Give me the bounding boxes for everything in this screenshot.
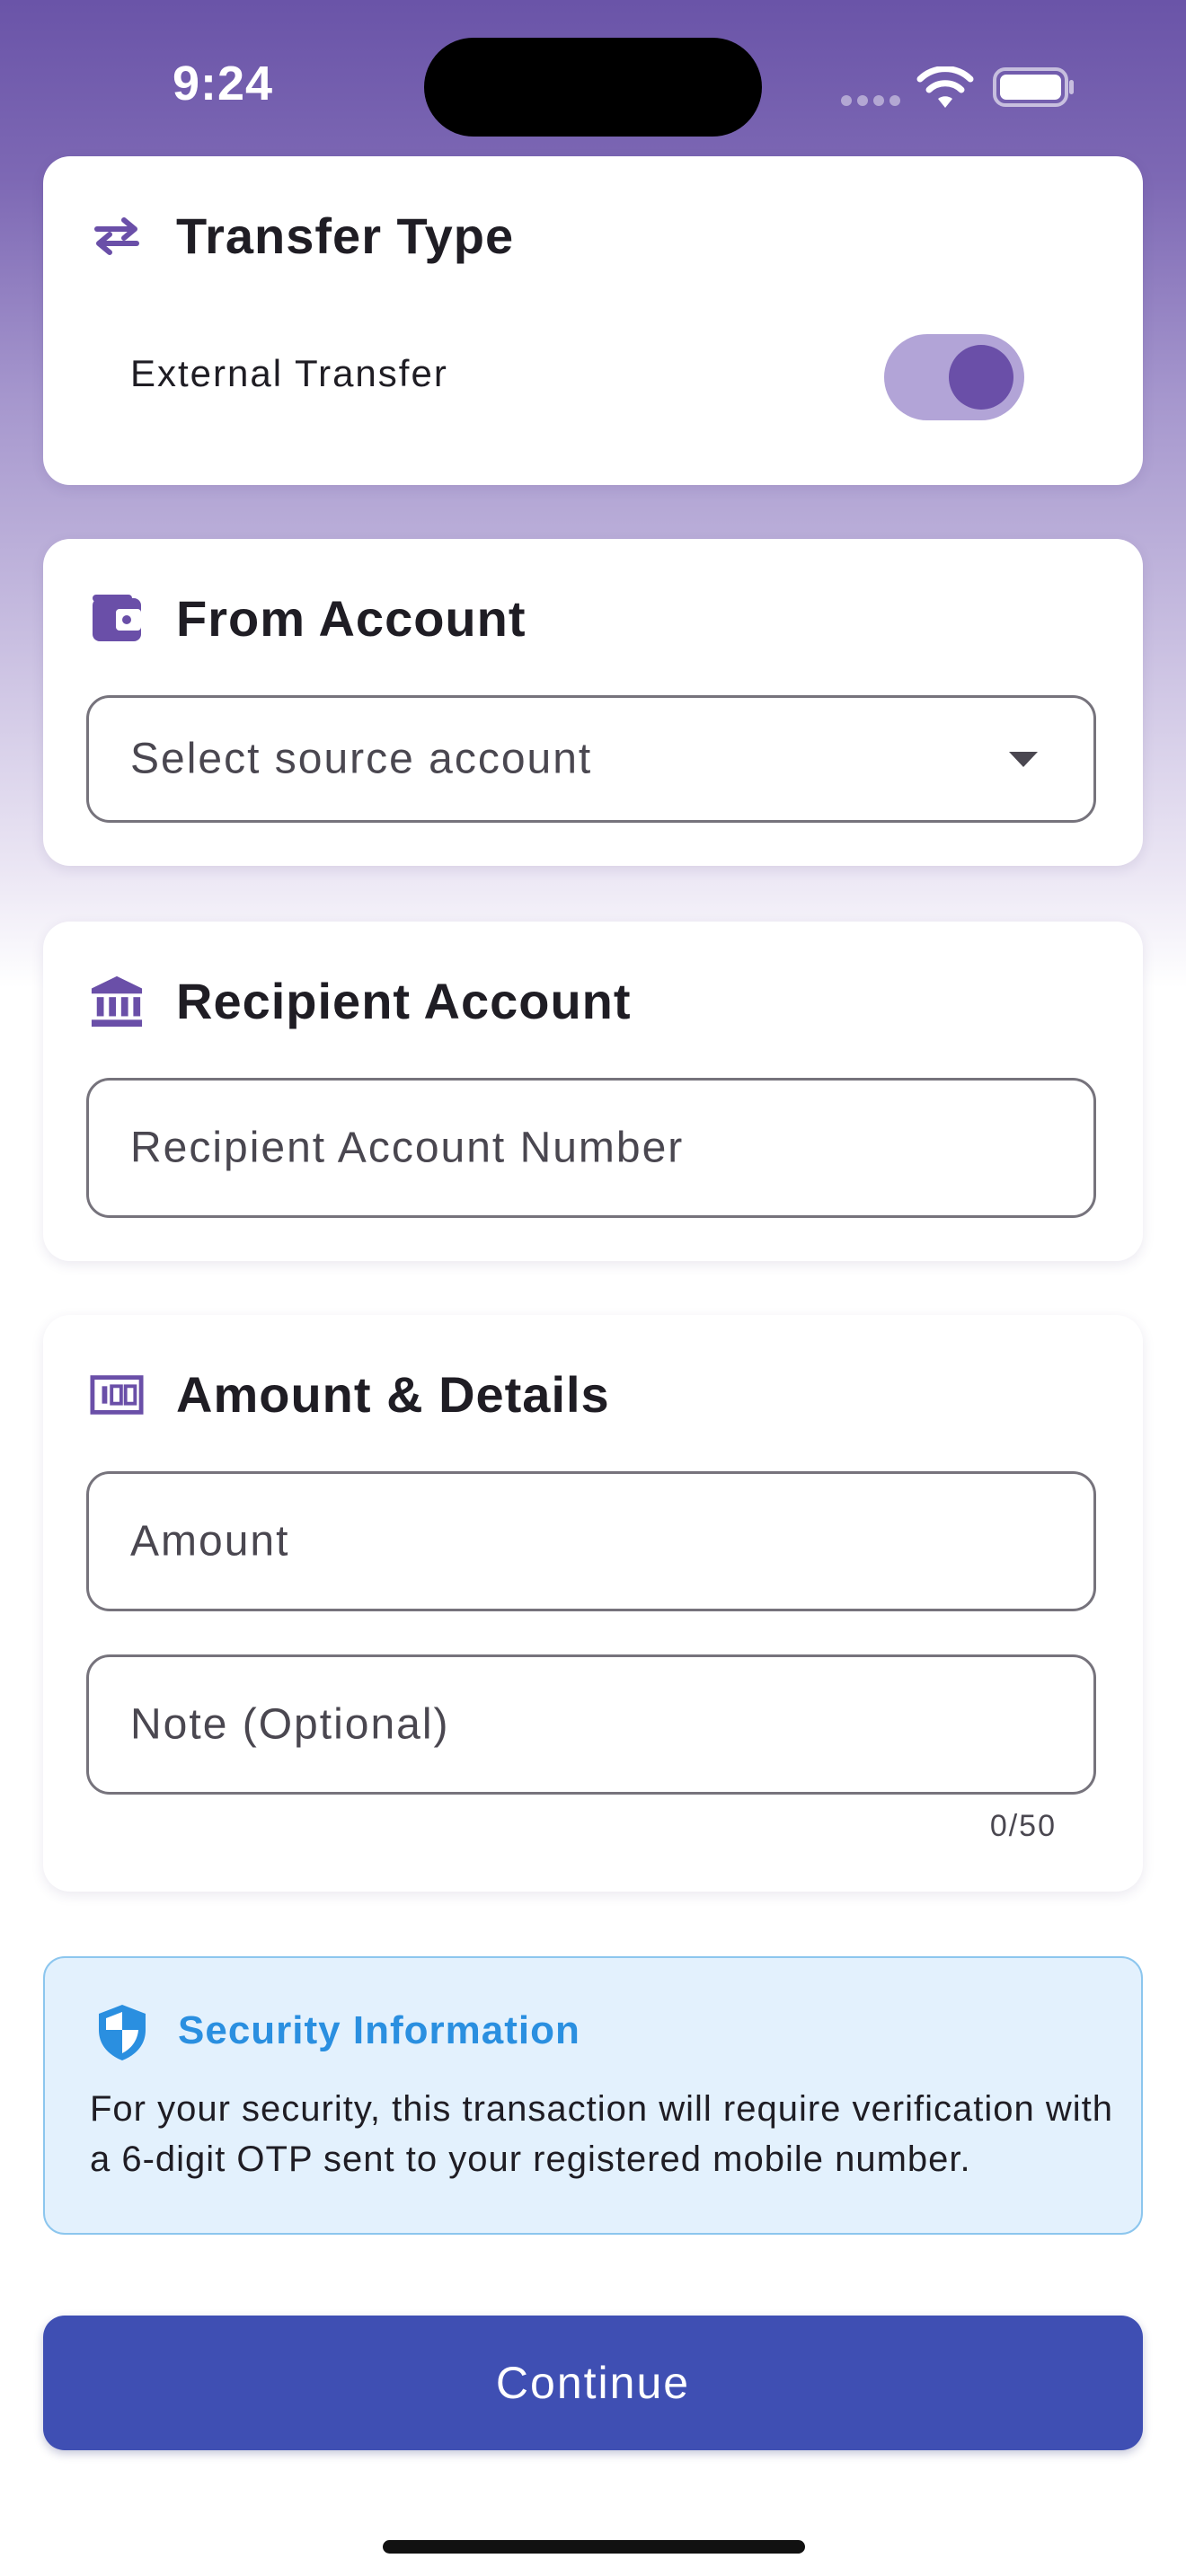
recipient-account-title: Recipient Account xyxy=(176,973,632,1029)
amount-details-title: Amount & Details xyxy=(176,1366,610,1423)
recipient-account-header: Recipient Account xyxy=(90,972,632,1030)
external-transfer-label: External Transfer xyxy=(130,352,448,394)
recipient-account-placeholder: Recipient Account Number xyxy=(130,1124,685,1172)
note-input[interactable]: Note (Optional) xyxy=(86,1654,1096,1795)
transfer-type-title: Transfer Type xyxy=(176,207,515,264)
security-info-box: Security Information For your security, … xyxy=(43,1956,1143,2235)
shield-icon xyxy=(99,2005,146,2060)
banknote-icon xyxy=(90,1368,144,1422)
continue-button[interactable]: Continue xyxy=(43,2316,1143,2450)
dynamic-island xyxy=(424,38,762,137)
note-character-counter: 0/50 xyxy=(989,1809,1057,1843)
home-indicator xyxy=(383,2540,805,2554)
note-placeholder: Note (Optional) xyxy=(130,1700,450,1749)
battery-icon xyxy=(993,67,1074,107)
recipient-account-input[interactable]: Recipient Account Number xyxy=(86,1078,1096,1218)
status-time: 9:24 xyxy=(173,57,274,110)
chevron-down-icon xyxy=(1009,752,1038,767)
from-account-title: From Account xyxy=(176,590,527,647)
bank-icon xyxy=(90,975,144,1028)
source-account-select[interactable]: Select source account xyxy=(86,695,1096,823)
from-account-header: From Account xyxy=(90,589,526,648)
amount-details-header: Amount & Details xyxy=(90,1365,610,1424)
toggle-knob xyxy=(949,345,1013,410)
amount-placeholder: Amount xyxy=(130,1517,290,1566)
amount-input[interactable]: Amount xyxy=(86,1471,1096,1611)
swap-arrows-icon xyxy=(90,209,144,263)
transfer-type-header: Transfer Type xyxy=(90,207,514,265)
from-account-card: From Account Select source account xyxy=(43,539,1143,866)
transfer-type-card: Transfer Type External Transfer xyxy=(43,156,1143,485)
security-title: Security Information xyxy=(178,2008,580,2052)
recipient-account-card: Recipient Account Recipient Account Numb… xyxy=(43,922,1143,1261)
external-transfer-toggle[interactable] xyxy=(884,334,1024,420)
cellular-signal-icon xyxy=(841,95,900,106)
security-description: For your security, this transaction will… xyxy=(90,2089,1113,2179)
wallet-icon xyxy=(90,592,144,646)
amount-details-card: Amount & Details Amount Note (Optional) … xyxy=(43,1315,1143,1892)
source-account-placeholder: Select source account xyxy=(130,735,593,783)
wifi-icon xyxy=(916,66,974,108)
